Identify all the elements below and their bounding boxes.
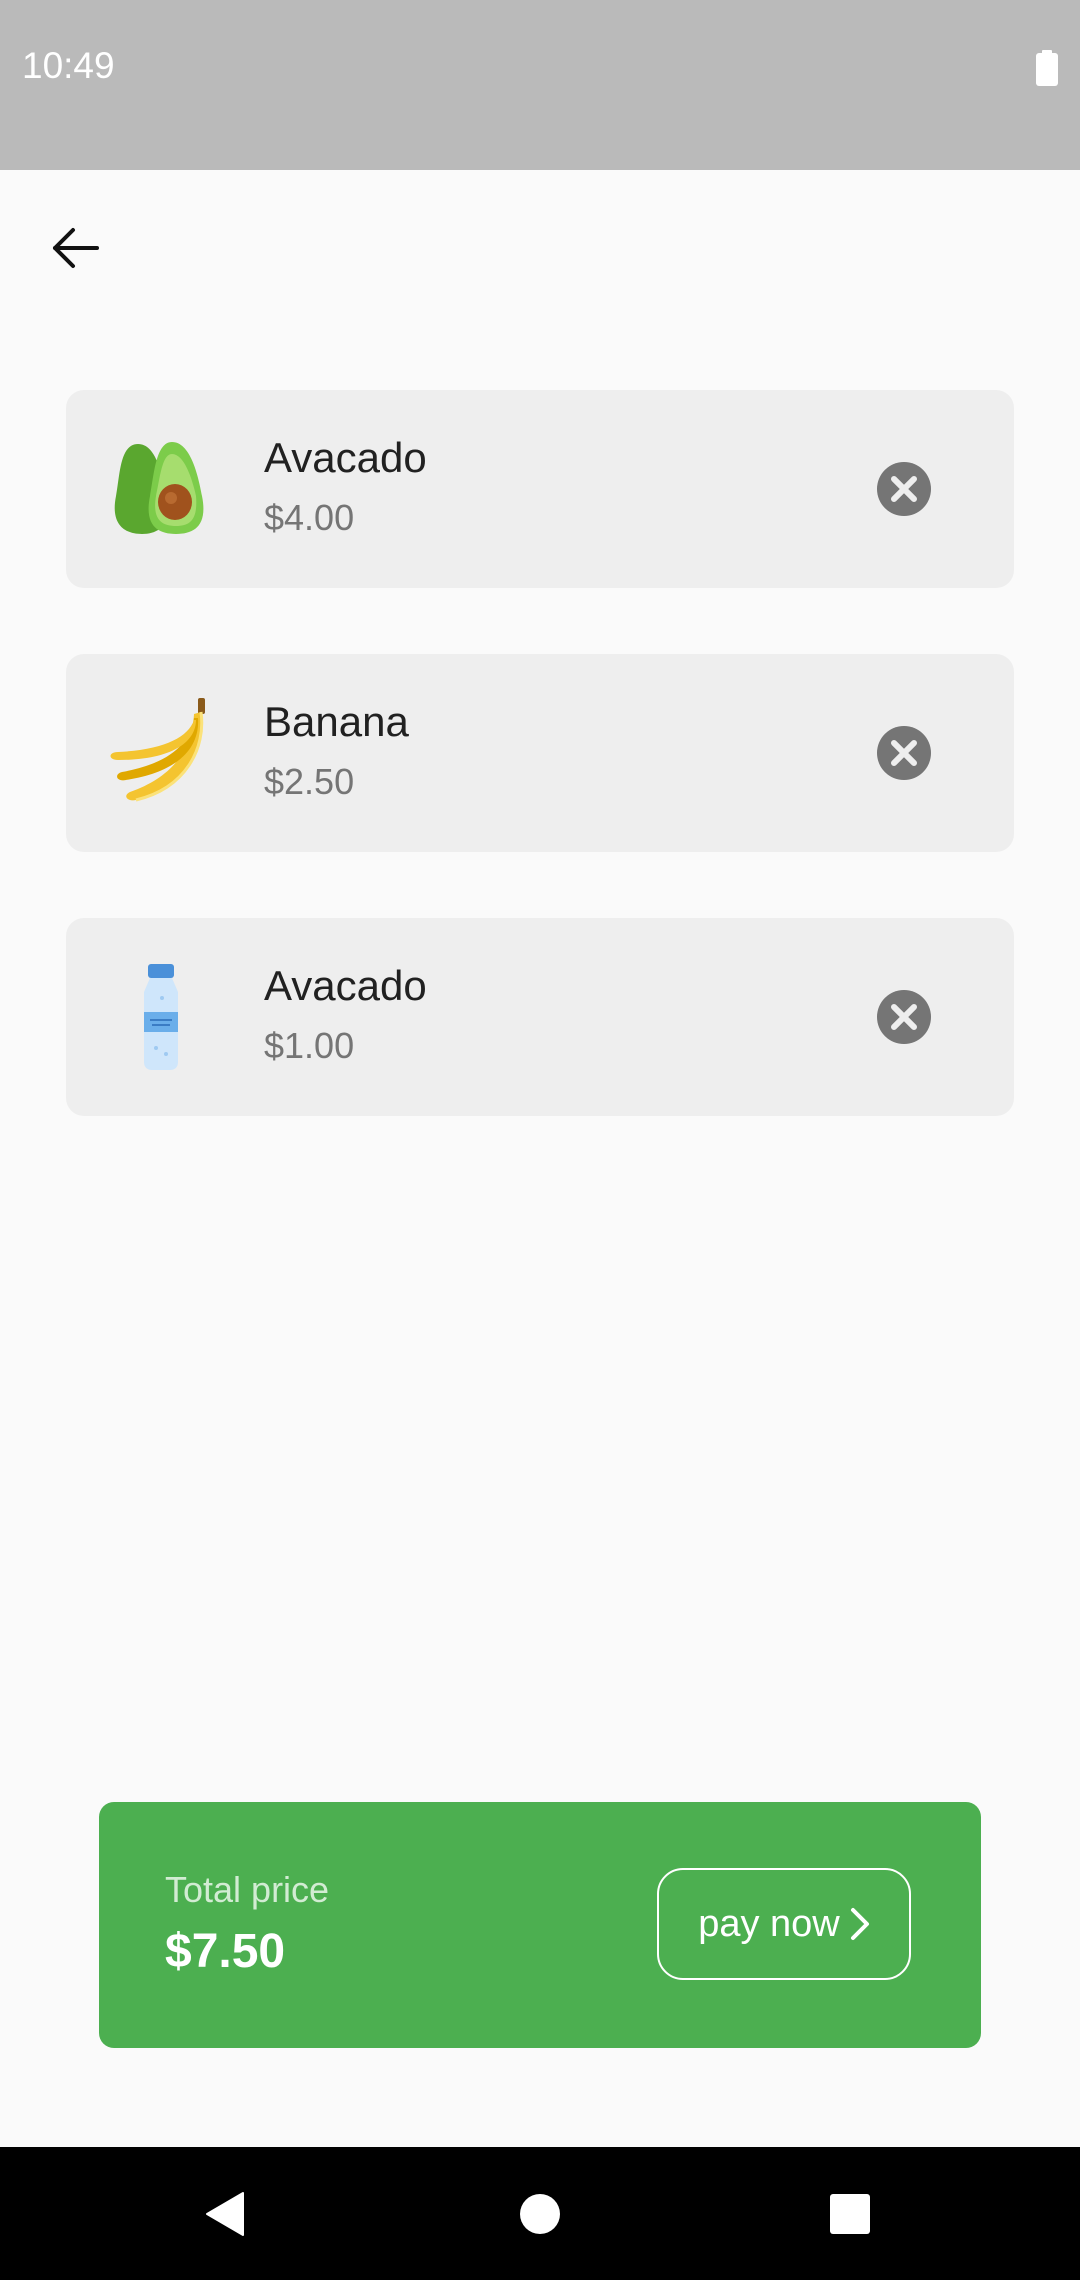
chevron-right-icon (850, 1908, 869, 1940)
close-circle-icon (877, 990, 931, 1044)
nav-back-button[interactable] (190, 2147, 260, 2280)
cart-item: Avacado $4.00 (66, 390, 1014, 588)
close-circle-icon (877, 726, 931, 780)
nav-back-icon (206, 2191, 244, 2236)
item-name: Banana (264, 698, 409, 745)
nav-recents-button[interactable] (815, 2147, 885, 2280)
navigation-bar (0, 2147, 1080, 2280)
water-bottle-icon (106, 962, 216, 1072)
remove-item-button[interactable] (876, 461, 932, 517)
item-name: Avacado (264, 962, 427, 1009)
total-label: Total price (165, 1869, 330, 1910)
back-button[interactable] (40, 208, 110, 288)
item-price: $2.50 (264, 761, 355, 802)
arrow-left-icon (53, 228, 99, 268)
status-bar: 10:49 (0, 0, 1080, 170)
cart-item: Avacado $1.00 (66, 918, 1014, 1116)
avocado-icon (106, 434, 216, 544)
banana-icon (106, 698, 216, 808)
remove-item-button[interactable] (876, 989, 932, 1045)
pay-now-button[interactable]: pay now (657, 1868, 911, 1980)
item-name: Avacado (264, 434, 427, 481)
nav-home-button[interactable] (505, 2147, 575, 2280)
battery-icon (1035, 50, 1059, 91)
cart-item: Banana $2.50 (66, 654, 1014, 852)
total-card: Total price $7.50 pay now (99, 1802, 981, 2048)
close-circle-icon (877, 462, 931, 516)
item-price: $4.00 (264, 497, 355, 538)
status-time: 10:49 (22, 45, 115, 86)
total-value: $7.50 (165, 1925, 286, 1978)
remove-item-button[interactable] (876, 725, 932, 781)
nav-home-icon (520, 2193, 560, 2234)
item-price: $1.00 (264, 1025, 355, 1066)
nav-recents-icon (830, 2193, 870, 2234)
pay-now-label: pay now (698, 1902, 840, 1945)
